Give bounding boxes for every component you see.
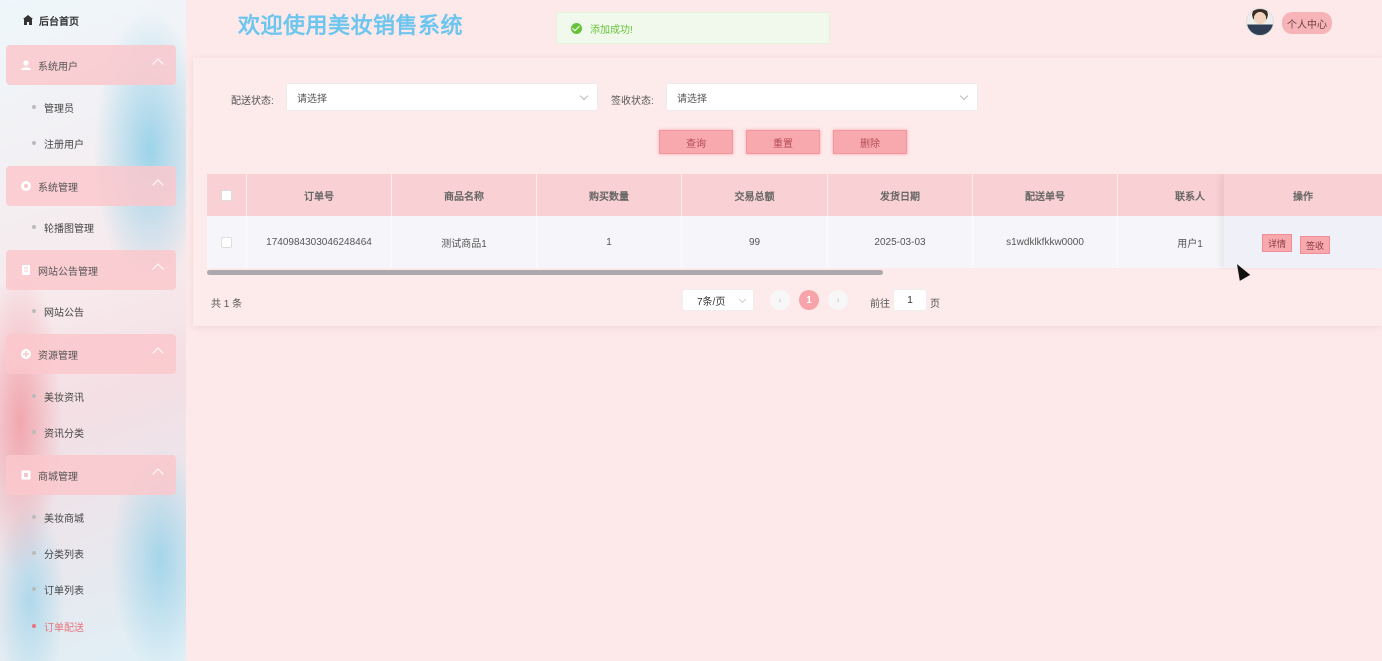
main-panel: 配送状态: 请选择 签收状态: 请选择 查询 重置 删除 订单号 商品名称 购买…: [193, 58, 1382, 326]
orders-table: 订单号 商品名称 购买数量 交易总额 发货日期 配送单号 联系人 1740984…: [207, 174, 1382, 270]
sidebar-item-order-list[interactable]: 订单列表: [0, 574, 186, 604]
query-button[interactable]: 查询: [659, 130, 733, 154]
profile-button[interactable]: 个人中心: [1282, 12, 1332, 34]
select-all-checkbox[interactable]: [221, 189, 232, 201]
delivery-status-select[interactable]: 请选择: [286, 83, 598, 111]
ship-date-cell: 2025-03-03: [828, 216, 973, 268]
receipt-status-label: 签收状态:: [611, 96, 654, 107]
sidebar-item-announcement[interactable]: 网站公告: [0, 296, 186, 326]
delivery-status-value: 请选择: [297, 93, 327, 105]
sidebar-group-label: 系统用户: [38, 61, 78, 73]
avatar[interactable]: [1246, 8, 1274, 36]
page-size-value: 7条/页: [697, 296, 726, 308]
chevron-left-icon: ‹: [778, 294, 782, 306]
goto-prefix: 前往: [870, 299, 890, 310]
product-cell: 测试商品1: [392, 216, 537, 268]
delivery-status-label: 配送状态:: [231, 96, 274, 107]
sidebar-group-announcement-management[interactable]: 网站公告管理: [6, 250, 176, 290]
sidebar-group-system-management[interactable]: 系统管理: [6, 166, 176, 206]
sidebar-group-system-users[interactable]: 系统用户: [6, 45, 176, 85]
settings-icon: [21, 181, 31, 191]
sidebar-group-label: 系统管理: [38, 182, 78, 194]
page-number-button[interactable]: 1: [799, 290, 819, 310]
select-all-cell: [207, 174, 247, 216]
page-size-select[interactable]: 7条/页: [682, 289, 754, 311]
total-cell: 99: [682, 216, 828, 268]
sidebar-item-admin[interactable]: 管理员: [0, 92, 186, 122]
table-header: 订单号 商品名称 购买数量 交易总额 发货日期 配送单号 联系人: [207, 174, 1382, 216]
sidebar-group-mall-management[interactable]: 商城管理: [6, 455, 176, 495]
sidebar-item-beauty-news[interactable]: 美妆资讯: [0, 381, 186, 411]
goto-suffix: 页: [930, 299, 940, 310]
sidebar-item-carousel[interactable]: 轮播图管理: [0, 212, 186, 242]
table-row[interactable]: 1740984303046248464 测试商品1 1 99 2025-03-0…: [207, 216, 1382, 268]
detail-button[interactable]: 详情: [1262, 234, 1293, 252]
row-select-cell: [207, 216, 247, 268]
column-header[interactable]: 订单号: [247, 174, 392, 216]
sidebar-group-label: 资源管理: [38, 350, 78, 362]
goto-page-input[interactable]: 1: [893, 289, 927, 311]
sidebar-item-category-list[interactable]: 分类列表: [0, 538, 186, 568]
shop-icon: [21, 470, 31, 480]
column-header[interactable]: 发货日期: [828, 174, 973, 216]
column-header[interactable]: 购买数量: [537, 174, 682, 216]
sidebar-group-label: 商城管理: [38, 471, 78, 483]
chevron-down-icon: [579, 91, 589, 101]
user-icon: [21, 60, 31, 70]
chevron-down-icon: [959, 91, 969, 101]
sidebar-item-news-category[interactable]: 资讯分类: [0, 417, 186, 447]
home-icon: [23, 15, 33, 25]
delete-button[interactable]: 删除: [833, 130, 907, 154]
operations-cell: 详情 签收: [1224, 216, 1382, 268]
chevron-up-icon: [152, 179, 164, 191]
chevron-down-icon: [738, 295, 747, 304]
column-header-operations: 操作: [1224, 174, 1382, 216]
chevron-right-icon: ›: [836, 294, 840, 306]
next-page-button[interactable]: ›: [828, 290, 848, 310]
sidebar-group-label: 网站公告管理: [38, 266, 98, 278]
sidebar-item-registered-users[interactable]: 注册用户: [0, 128, 186, 158]
operations-column: 操作 详情 签收: [1224, 174, 1382, 268]
sidebar: 后台首页 系统用户 管理员 注册用户 系统管理 轮播图管理 网站公告管理 网站公…: [0, 0, 186, 661]
column-header[interactable]: 商品名称: [392, 174, 537, 216]
sidebar-group-resource-management[interactable]: 资源管理: [6, 334, 176, 374]
page-title: 欢迎使用美妆销售系统: [238, 13, 464, 38]
column-header[interactable]: 配送单号: [973, 174, 1118, 216]
sign-button[interactable]: 签收: [1300, 236, 1331, 254]
sidebar-home[interactable]: 后台首页: [0, 0, 186, 40]
check-circle-icon: [571, 22, 582, 34]
reset-button[interactable]: 重置: [746, 130, 820, 154]
sidebar-item-order-delivery[interactable]: 订单配送: [0, 611, 186, 641]
delivery-no-cell: s1wdklkfkkw0000: [973, 216, 1118, 268]
receipt-status-select[interactable]: 请选择: [666, 83, 978, 111]
sidebar-home-label: 后台首页: [39, 16, 79, 28]
column-header[interactable]: 交易总额: [682, 174, 828, 216]
success-toast: 添加成功!: [556, 12, 830, 44]
document-icon: [22, 265, 30, 275]
chevron-up-icon: [152, 347, 164, 359]
receipt-status-value: 请选择: [677, 93, 707, 105]
chevron-up-icon: [152, 263, 164, 275]
chevron-up-icon: [152, 58, 164, 70]
order-no-cell: 1740984303046248464: [247, 216, 392, 268]
toast-message: 添加成功!: [590, 24, 633, 36]
table-horizontal-scrollbar[interactable]: [207, 270, 883, 275]
pagination-total: 共 1 条: [211, 299, 243, 310]
chevron-up-icon: [152, 468, 164, 480]
qty-cell: 1: [537, 216, 682, 268]
row-checkbox[interactable]: [221, 236, 232, 248]
plus-circle-icon: [21, 349, 31, 359]
sidebar-item-beauty-mall[interactable]: 美妆商城: [0, 502, 186, 532]
prev-page-button[interactable]: ‹: [770, 290, 790, 310]
